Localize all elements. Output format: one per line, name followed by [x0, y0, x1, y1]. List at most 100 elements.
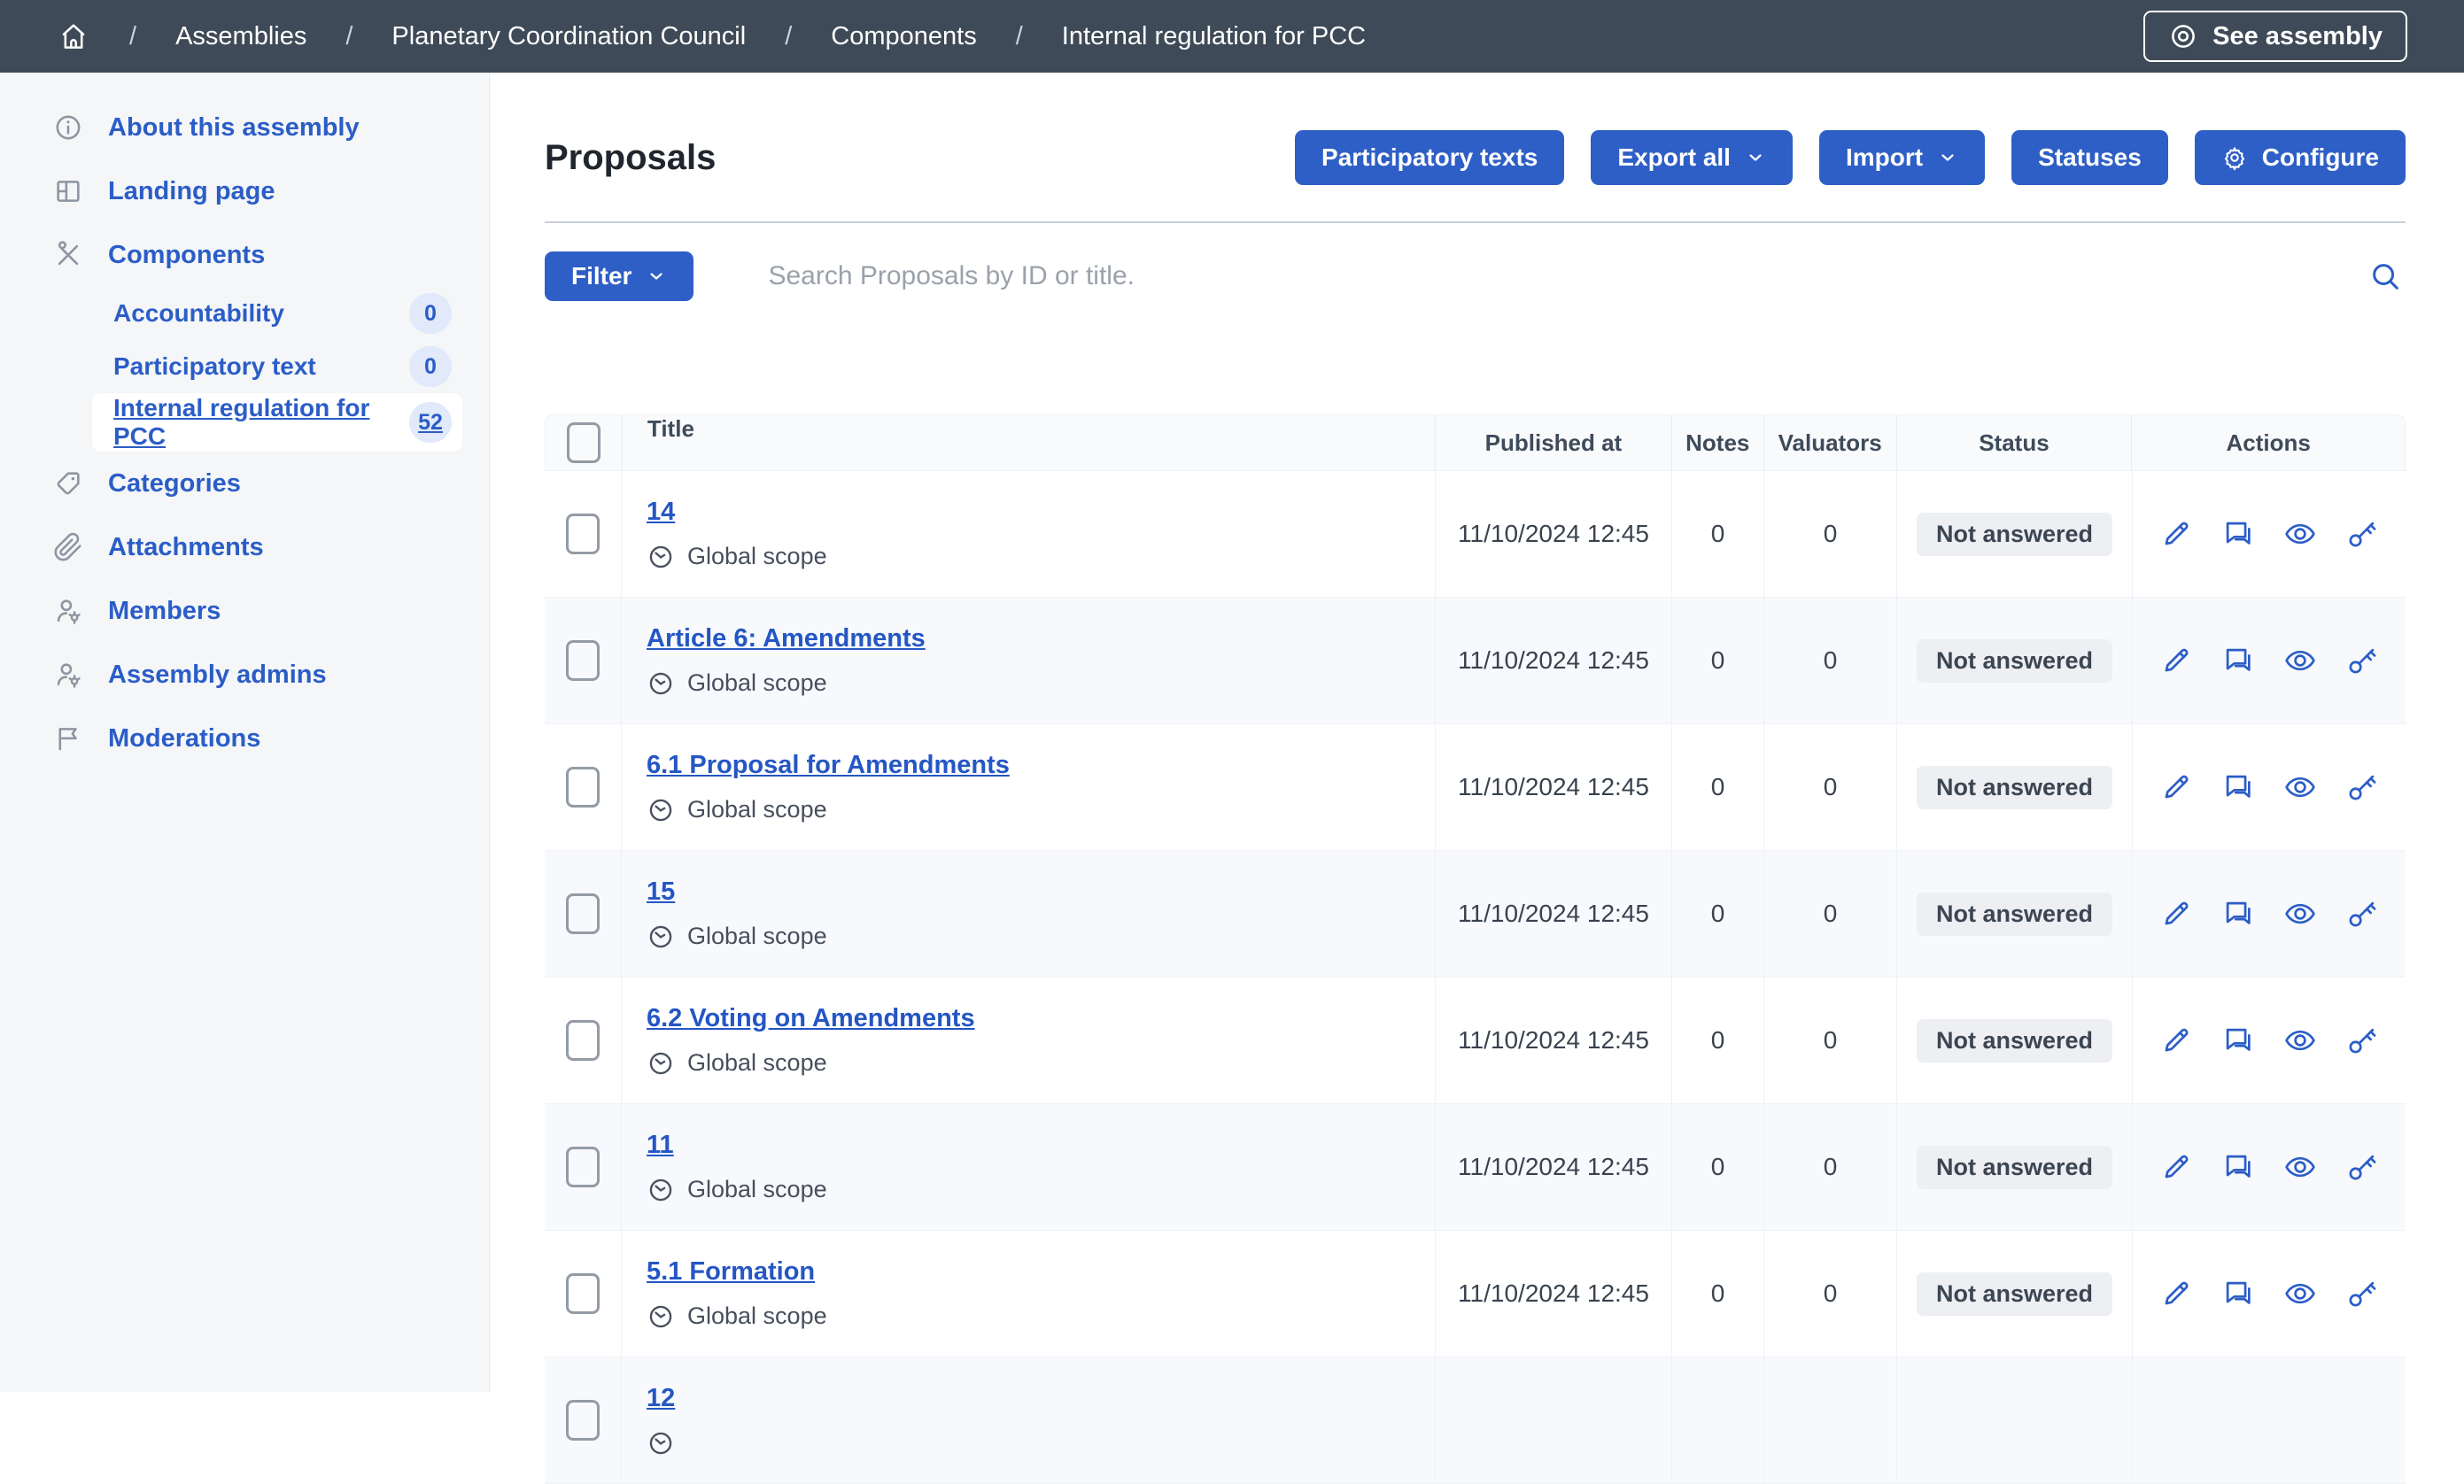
- proposal-title-link[interactable]: 14: [647, 498, 675, 527]
- search-icon: [2368, 259, 2402, 293]
- proposal-title-link[interactable]: 15: [647, 877, 675, 907]
- row-checkbox[interactable]: [566, 640, 600, 681]
- preview-action-icon[interactable]: [2283, 897, 2317, 931]
- sidebar-item-label: About this assembly: [108, 113, 360, 143]
- edit-action-icon[interactable]: [2159, 644, 2193, 677]
- column-header-published-at: Published at: [1435, 415, 1671, 470]
- sidebar-item-components[interactable]: Components: [0, 223, 489, 287]
- filter-button[interactable]: Filter: [545, 251, 693, 301]
- edit-action-icon[interactable]: [2159, 770, 2193, 804]
- answer-action-icon[interactable]: [2221, 517, 2255, 551]
- status-badge: Not answered: [1917, 1019, 2112, 1063]
- main-content: Proposals Participatory texts Export all…: [490, 73, 2464, 1392]
- edit-action-icon[interactable]: [2159, 1150, 2193, 1184]
- answer-action-icon[interactable]: [2221, 897, 2255, 931]
- permissions-action-icon[interactable]: [2345, 517, 2379, 551]
- search-input[interactable]: [766, 260, 2365, 292]
- valuators-cell: 0: [1763, 1104, 1896, 1230]
- row-checkbox[interactable]: [566, 514, 600, 554]
- breadcrumb-assembly-name[interactable]: Planetary Coordination Council: [391, 22, 746, 51]
- see-assembly-eye-icon: [2168, 21, 2198, 51]
- sidebar-item-assembly-admins[interactable]: Assembly admins: [0, 643, 489, 707]
- configure-button[interactable]: Configure: [2195, 130, 2406, 185]
- scope-icon: [647, 543, 675, 571]
- answer-action-icon[interactable]: [2221, 644, 2255, 677]
- info-icon: [53, 112, 83, 143]
- sidebar-item-about[interactable]: About this assembly: [0, 96, 489, 159]
- answer-action-icon[interactable]: [2221, 1024, 2255, 1057]
- preview-action-icon[interactable]: [2283, 1277, 2317, 1310]
- status-badge: Not answered: [1917, 766, 2112, 809]
- proposal-title-link[interactable]: 11: [647, 1131, 674, 1160]
- status-badge: Not answered: [1917, 639, 2112, 683]
- preview-action-icon[interactable]: [2283, 1150, 2317, 1184]
- published-at-cell: 11/10/2024 12:45: [1435, 598, 1671, 723]
- sidebar-item-accountability[interactable]: Accountability 0: [92, 287, 462, 340]
- edit-action-icon[interactable]: [2159, 1277, 2193, 1310]
- sidebar-item-attachments[interactable]: Attachments: [0, 515, 489, 579]
- scope-label: Global scope: [687, 669, 827, 697]
- sidebar-subitem-label: Accountability: [113, 299, 284, 328]
- row-checkbox[interactable]: [566, 1147, 600, 1187]
- home-breadcrumb-link[interactable]: [57, 19, 90, 53]
- row-checkbox[interactable]: [566, 893, 600, 934]
- notes-cell: 0: [1671, 1231, 1763, 1356]
- table-row: 5.1 Formation Global scope 11/10/2024 12…: [545, 1231, 2406, 1357]
- answer-action-icon[interactable]: [2221, 1277, 2255, 1310]
- export-all-button[interactable]: Export all: [1591, 130, 1793, 185]
- scope-label: Global scope: [687, 1176, 827, 1203]
- filter-row: Filter: [545, 251, 2406, 301]
- notes-cell: 0: [1671, 724, 1763, 850]
- scope-icon: [647, 1049, 675, 1078]
- sidebar-item-moderations[interactable]: Moderations: [0, 707, 489, 770]
- see-assembly-button[interactable]: See assembly: [2143, 11, 2407, 62]
- search-button[interactable]: [2365, 256, 2406, 297]
- proposal-title-link[interactable]: 6.2 Voting on Amendments: [647, 1004, 975, 1033]
- sidebar-subitem-label: Internal regulation for PCC: [113, 394, 409, 451]
- proposals-table: Title Published at Notes Valuators Statu…: [545, 414, 2406, 1484]
- sidebar-item-participatory-text[interactable]: Participatory text 0: [92, 340, 462, 393]
- row-checkbox[interactable]: [566, 1273, 600, 1314]
- row-checkbox[interactable]: [566, 1020, 600, 1061]
- edit-action-icon[interactable]: [2159, 1024, 2193, 1057]
- row-checkbox[interactable]: [566, 767, 600, 808]
- preview-action-icon[interactable]: [2283, 1024, 2317, 1057]
- proposal-title-link[interactable]: Article 6: Amendments: [647, 624, 926, 653]
- permissions-action-icon[interactable]: [2345, 1277, 2379, 1310]
- breadcrumb-assemblies[interactable]: Assemblies: [175, 22, 306, 51]
- row-checkbox[interactable]: [566, 1400, 600, 1441]
- preview-action-icon[interactable]: [2283, 644, 2317, 677]
- preview-action-icon[interactable]: [2283, 770, 2317, 804]
- edit-action-icon[interactable]: [2159, 517, 2193, 551]
- column-header-notes: Notes: [1671, 415, 1763, 470]
- answer-action-icon[interactable]: [2221, 1150, 2255, 1184]
- permissions-action-icon[interactable]: [2345, 1024, 2379, 1057]
- preview-action-icon[interactable]: [2283, 517, 2317, 551]
- user-gear-icon: [53, 660, 83, 690]
- count-badge: 0: [409, 293, 452, 334]
- breadcrumb-components[interactable]: Components: [831, 22, 976, 51]
- sidebar-item-categories[interactable]: Categories: [0, 452, 489, 515]
- participatory-texts-button[interactable]: Participatory texts: [1295, 130, 1564, 185]
- permissions-action-icon[interactable]: [2345, 897, 2379, 931]
- sidebar-item-landing-page[interactable]: Landing page: [0, 159, 489, 223]
- table-row: 15 Global scope 11/10/2024 12:45 0 0 Not…: [545, 851, 2406, 978]
- see-assembly-label: See assembly: [2212, 22, 2383, 51]
- statuses-button[interactable]: Statuses: [2011, 130, 2168, 185]
- paperclip-icon: [53, 532, 83, 562]
- proposal-title-link[interactable]: 5.1 Formation: [647, 1257, 815, 1287]
- sidebar: About this assembly Landing page Compone…: [0, 73, 490, 1392]
- answer-action-icon[interactable]: [2221, 770, 2255, 804]
- sidebar-item-members[interactable]: Members: [0, 579, 489, 643]
- notes-cell: [1671, 1357, 1763, 1483]
- proposal-title-link[interactable]: 6.1 Proposal for Amendments: [647, 751, 1010, 780]
- import-button[interactable]: Import: [1819, 130, 1985, 185]
- permissions-action-icon[interactable]: [2345, 770, 2379, 804]
- proposal-title-link[interactable]: 12: [647, 1384, 675, 1413]
- select-all-checkbox[interactable]: [567, 422, 601, 463]
- permissions-action-icon[interactable]: [2345, 644, 2379, 677]
- permissions-action-icon[interactable]: [2345, 1150, 2379, 1184]
- sidebar-item-internal-regulation[interactable]: Internal regulation for PCC 52: [92, 393, 462, 452]
- edit-action-icon[interactable]: [2159, 897, 2193, 931]
- tag-icon: [53, 468, 83, 499]
